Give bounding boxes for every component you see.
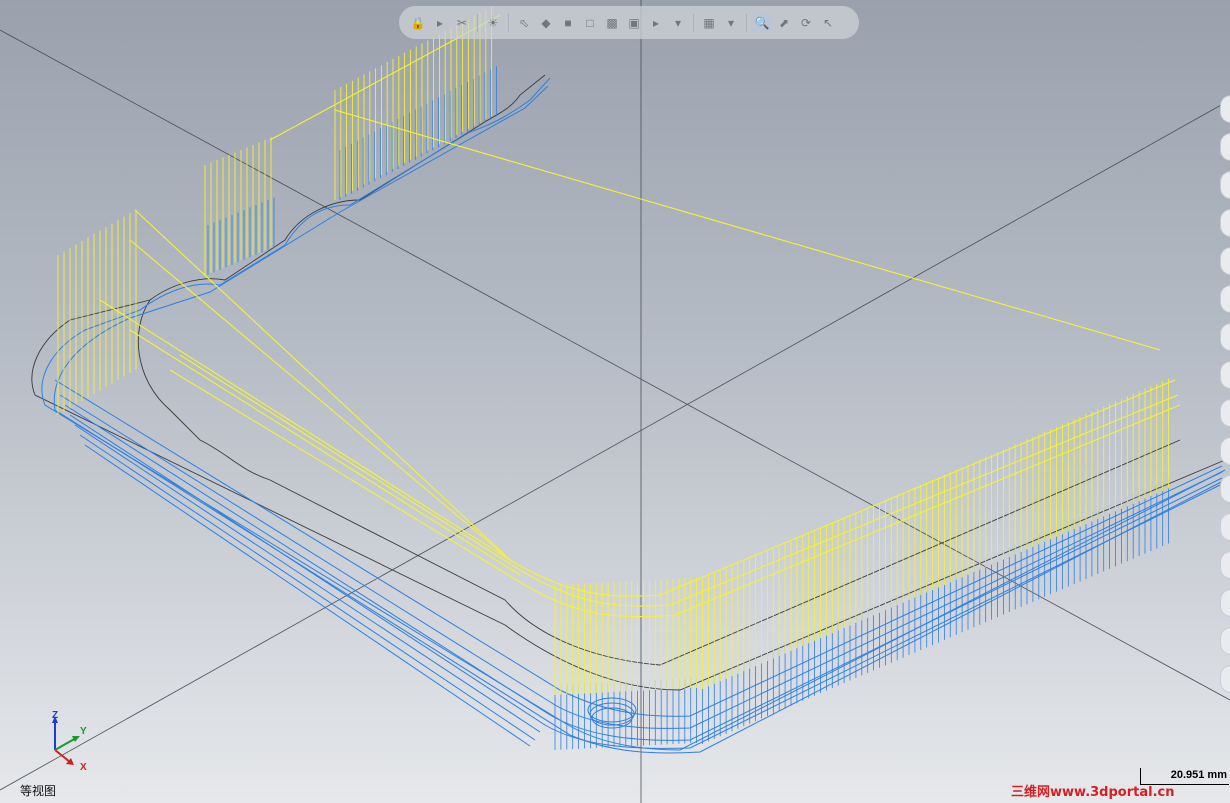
pan-icon[interactable]: ↖ <box>819 14 837 32</box>
task-pane-tab[interactable] <box>1220 589 1230 617</box>
scale-bar: 20.951 mm <box>1140 768 1229 785</box>
task-pane-tab[interactable] <box>1220 323 1230 351</box>
cut-icon[interactable]: ✂ <box>453 14 471 32</box>
task-pane-tab[interactable] <box>1220 209 1230 237</box>
section-icon[interactable]: ▦ <box>700 14 718 32</box>
graphics-viewport[interactable]: 🔒 ▸ ✂ ☀ ⬁ ◆ ■ □ ▩ ▣ ▸ ▾ ▦ ▾ 🔍 ⬈ ⟳ ↖ Z Y … <box>0 0 1230 803</box>
task-pane-tab[interactable] <box>1220 285 1230 313</box>
shaded-icon[interactable]: ■ <box>559 14 577 32</box>
zoom-fit-icon[interactable]: ⬈ <box>775 14 793 32</box>
scale-value: 20.951 mm <box>1170 769 1227 781</box>
toolbar-separator <box>508 13 509 32</box>
chevron-down-icon[interactable]: ▾ <box>669 14 687 32</box>
wireframe-icon[interactable]: □ <box>581 14 599 32</box>
task-pane-tab[interactable] <box>1220 399 1230 427</box>
toolpath-cut <box>41 77 1226 754</box>
toolbar-separator <box>746 13 747 32</box>
triad-x-label: X <box>80 762 87 773</box>
toolpath-rapid <box>99 14 1181 618</box>
task-pane-tab[interactable] <box>1220 171 1230 199</box>
pointer-icon[interactable]: ⬁ <box>515 14 533 32</box>
zoom-icon[interactable]: 🔍 <box>753 13 771 32</box>
task-pane-tab[interactable] <box>1220 133 1230 161</box>
coordinate-triad: Z Y X <box>44 708 104 778</box>
view-orient-icon[interactable]: ▸ <box>647 14 665 32</box>
model-scene <box>0 0 1230 803</box>
chevron-down-icon[interactable]: ▾ <box>722 14 740 32</box>
view-cube-icon[interactable]: ▣ <box>625 14 643 32</box>
task-pane-tab[interactable] <box>1220 665 1230 693</box>
task-pane-tabs <box>1220 95 1230 703</box>
toolbar-separator <box>477 13 478 32</box>
toolbar-separator <box>693 13 694 32</box>
view-orientation-label: 等视图 <box>20 784 57 798</box>
task-pane-tab[interactable] <box>1220 95 1230 123</box>
task-pane-tab[interactable] <box>1220 513 1230 541</box>
hole-toolpath <box>587 697 637 729</box>
task-pane-tab[interactable] <box>1220 361 1230 389</box>
light-icon[interactable]: ☀ <box>484 14 502 32</box>
toolpath-retracts <box>57 6 1170 695</box>
origin-axes <box>0 0 1230 803</box>
triad-y-label: Y <box>80 726 87 737</box>
lock-icon[interactable]: 🔒 <box>409 14 427 32</box>
task-pane-tab[interactable] <box>1220 551 1230 579</box>
display-style-icon[interactable]: ◆ <box>537 14 555 32</box>
rotate-icon[interactable]: ⟳ <box>797 14 815 32</box>
view-toolbar: 🔒 ▸ ✂ ☀ ⬁ ◆ ■ □ ▩ ▣ ▸ ▾ ▦ ▾ 🔍 ⬈ ⟳ ↖ <box>399 6 859 39</box>
task-pane-tab[interactable] <box>1220 437 1230 465</box>
select-filter-icon[interactable]: ▸ <box>431 14 449 32</box>
hidden-line-icon[interactable]: ▩ <box>603 14 621 32</box>
triad-z-label: Z <box>52 710 59 721</box>
task-pane-tab[interactable] <box>1220 247 1230 275</box>
task-pane-tab[interactable] <box>1220 475 1230 503</box>
task-pane-tab[interactable] <box>1220 627 1230 655</box>
